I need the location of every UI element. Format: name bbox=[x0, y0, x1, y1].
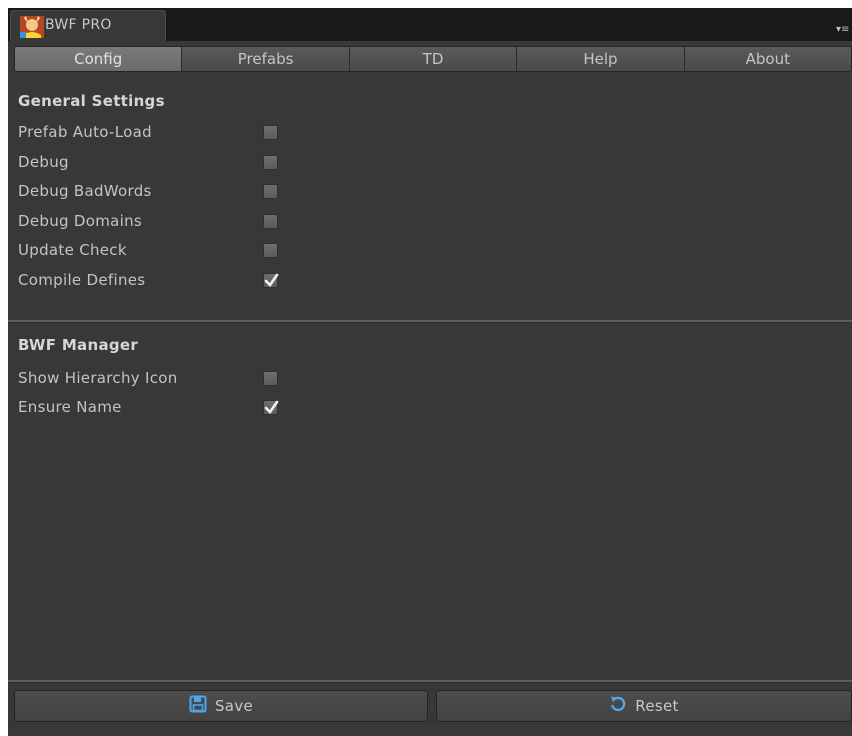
window-tab[interactable]: BWF PRO bbox=[10, 10, 166, 41]
tab-menu-icon[interactable]: ▾≡ bbox=[836, 25, 850, 35]
setting-row-prefab-auto-load: Prefab Auto-Load bbox=[18, 120, 848, 148]
setting-row-debug-domains: Debug Domains bbox=[18, 209, 848, 237]
window-tab-strip: BWF PRO ▾≡ bbox=[8, 8, 852, 41]
bwf-logo-icon bbox=[19, 15, 45, 39]
setting-label: Show Hierarchy Icon bbox=[18, 369, 178, 387]
window-title: BWF PRO bbox=[45, 17, 112, 33]
prefab-auto-load-checkbox[interactable] bbox=[263, 125, 278, 140]
update-check-checkbox[interactable] bbox=[263, 243, 278, 258]
checkmark-icon bbox=[264, 400, 279, 415]
save-button[interactable]: Save bbox=[14, 690, 428, 722]
setting-row-debug-badwords: Debug BadWords bbox=[18, 179, 848, 207]
editor-window: BWF PRO ▾≡ Config Prefabs TD Help About … bbox=[8, 8, 852, 736]
reset-label: Reset bbox=[635, 697, 679, 715]
reset-arrow-icon bbox=[609, 695, 627, 717]
setting-row-ensure-name: Ensure Name bbox=[18, 395, 848, 423]
setting-label: Debug BadWords bbox=[18, 182, 152, 200]
section-divider bbox=[8, 320, 852, 323]
debug-domains-checkbox[interactable] bbox=[263, 214, 278, 229]
tab-config[interactable]: Config bbox=[15, 47, 183, 71]
setting-label: Debug Domains bbox=[18, 212, 143, 230]
tab-prefabs[interactable]: Prefabs bbox=[182, 47, 350, 71]
compile-defines-checkbox[interactable] bbox=[263, 273, 279, 288]
footer-bar: Save Reset bbox=[8, 680, 852, 736]
debug-badwords-checkbox[interactable] bbox=[263, 184, 278, 199]
show-hierarchy-icon-checkbox[interactable] bbox=[263, 371, 278, 386]
footer-divider bbox=[8, 680, 852, 683]
save-label: Save bbox=[214, 697, 254, 715]
setting-row-compile-defines: Compile Defines bbox=[18, 268, 848, 296]
tab-about[interactable]: About bbox=[685, 47, 851, 71]
setting-label: Prefab Auto-Load bbox=[18, 123, 152, 141]
reset-button[interactable]: Reset bbox=[436, 690, 852, 722]
setting-label: Update Check bbox=[18, 241, 127, 259]
setting-row-update-check: Update Check bbox=[18, 238, 848, 266]
setting-label: Ensure Name bbox=[18, 398, 122, 416]
setting-label: Debug bbox=[18, 153, 69, 171]
tab-help[interactable]: Help bbox=[517, 47, 685, 71]
setting-label: Compile Defines bbox=[18, 271, 146, 289]
debug-checkbox[interactable] bbox=[263, 155, 278, 170]
bwf-manager-header: BWF Manager bbox=[18, 336, 139, 354]
floppy-disk-icon bbox=[189, 695, 207, 717]
ensure-name-checkbox[interactable] bbox=[263, 400, 279, 415]
setting-row-debug: Debug bbox=[18, 150, 848, 178]
tab-td[interactable]: TD bbox=[350, 47, 518, 71]
setting-row-show-hierarchy-icon: Show Hierarchy Icon bbox=[18, 366, 848, 394]
general-settings-header: General Settings bbox=[18, 92, 165, 110]
checkmark-icon bbox=[264, 273, 279, 288]
tab-toolbar: Config Prefabs TD Help About bbox=[14, 46, 852, 72]
